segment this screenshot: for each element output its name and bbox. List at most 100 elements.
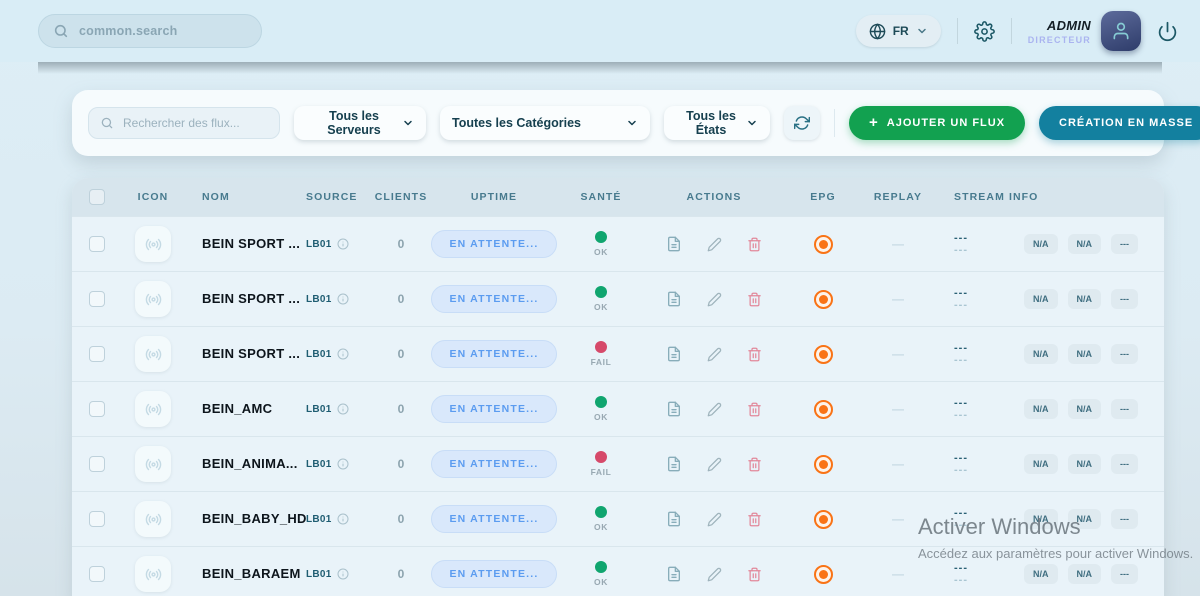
source-label: LB01 [306,569,332,580]
row-checkbox[interactable] [89,566,105,582]
stream-info-lines: --- --- [954,233,1014,256]
edit-button[interactable] [707,347,722,362]
info-icon[interactable] [337,458,349,470]
server-filter-dropdown[interactable]: Tous les Serveurs [294,106,426,140]
header-nom: NOM [184,191,306,203]
language-label: FR [893,24,909,38]
delete-button[interactable] [747,237,762,252]
uptime-badge: EN ATTENTE... [431,395,556,423]
epg-indicator[interactable] [814,455,833,474]
chevron-down-icon [746,117,758,129]
delete-button[interactable] [747,347,762,362]
row-checkbox[interactable] [89,291,105,307]
stream-badge: --- [1111,234,1138,254]
source-label: LB01 [306,294,332,305]
global-search-input[interactable]: common.search [38,14,262,48]
info-icon[interactable] [337,293,349,305]
view-details-button[interactable] [666,291,682,307]
row-checkbox[interactable] [89,346,105,362]
file-icon [666,346,682,362]
edit-button[interactable] [707,512,722,527]
source-label: LB01 [306,459,332,470]
add-flux-button[interactable]: + AJOUTER UN FLUX [849,106,1025,140]
edit-button[interactable] [707,292,722,307]
info-icon[interactable] [337,348,349,360]
health-dot [595,396,607,408]
epg-indicator[interactable] [814,565,833,584]
topbar: common.search FR ADMIN [0,0,1200,62]
delete-button[interactable] [747,292,762,307]
edit-button[interactable] [707,402,722,417]
epg-indicator[interactable] [814,290,833,309]
pencil-icon [707,457,722,472]
info-icon[interactable] [337,513,349,525]
refresh-button[interactable] [784,106,820,140]
file-icon [666,511,682,527]
avatar[interactable] [1101,11,1141,51]
health-label: FAIL [591,357,612,367]
view-details-button[interactable] [666,401,682,417]
source-label: LB01 [306,514,332,525]
category-filter-dropdown[interactable]: Toutes les Catégories [440,106,650,140]
info-icon[interactable] [337,238,349,250]
header-source: SOURCE [306,191,372,203]
view-details-button[interactable] [666,511,682,527]
delete-button[interactable] [747,402,762,417]
state-filter-value: Tous les États [676,109,746,137]
source-label: LB01 [306,404,332,415]
info-icon[interactable] [337,403,349,415]
pencil-icon [707,237,722,252]
trash-icon [747,457,762,472]
bulk-create-button[interactable]: CRÉATION EN MASSE [1039,106,1200,140]
flux-name: BEIN_BARAEM [202,566,301,581]
view-details-button[interactable] [666,346,682,362]
health-label: OK [594,522,608,532]
broadcast-icon [135,556,171,592]
delete-button[interactable] [747,512,762,527]
pencil-icon [707,347,722,362]
health-dot [595,286,607,298]
broadcast-icon [135,226,171,262]
settings-button[interactable] [974,21,995,42]
bulk-create-label: CRÉATION EN MASSE [1059,117,1193,129]
epg-indicator[interactable] [814,510,833,529]
view-details-button[interactable] [666,236,682,252]
row-checkbox[interactable] [89,401,105,417]
info-icon[interactable] [337,568,349,580]
clients-count: 0 [372,567,430,581]
stream-badge: --- [1111,289,1138,309]
stream-badge: N/A [1024,289,1058,309]
row-checkbox[interactable] [89,456,105,472]
topbar-divider [1011,18,1012,44]
health-status: OK [594,561,608,587]
health-status: OK [594,506,608,532]
select-all-checkbox[interactable] [89,189,105,205]
view-details-button[interactable] [666,566,682,582]
edit-button[interactable] [707,237,722,252]
pencil-icon [707,402,722,417]
epg-indicator[interactable] [814,235,833,254]
stream-badge: N/A [1024,399,1058,419]
stream-primary: --- [954,508,1014,519]
flux-search-input[interactable]: Rechercher des flux... [88,107,280,139]
epg-indicator[interactable] [814,345,833,364]
state-filter-dropdown[interactable]: Tous les États [664,106,770,140]
row-checkbox[interactable] [89,236,105,252]
stream-info-lines: --- --- [954,288,1014,311]
edit-button[interactable] [707,457,722,472]
table-row: BEIN_AMC LB01 0 EN ATTENTE... OK [72,381,1164,436]
main-content: Rechercher des flux... Tous les Serveurs… [0,62,1200,596]
global-search-placeholder: common.search [79,24,177,38]
chevron-down-icon [916,25,928,37]
logout-button[interactable] [1157,21,1178,42]
language-selector[interactable]: FR [856,15,941,47]
stream-secondary: --- [954,300,1014,311]
header-epg: EPG [784,191,862,203]
header-stream-info: STREAM INFO [934,191,1164,203]
view-details-button[interactable] [666,456,682,472]
row-checkbox[interactable] [89,511,105,527]
edit-button[interactable] [707,567,722,582]
delete-button[interactable] [747,457,762,472]
epg-indicator[interactable] [814,400,833,419]
delete-button[interactable] [747,567,762,582]
